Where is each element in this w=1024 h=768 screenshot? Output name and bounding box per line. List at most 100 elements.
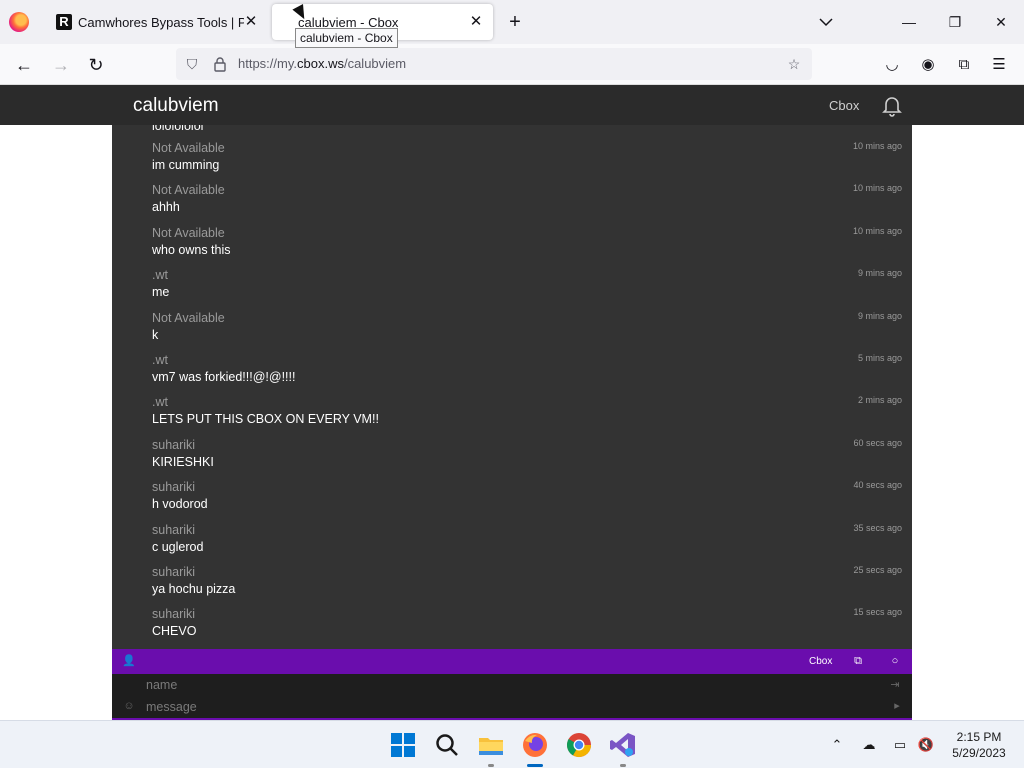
url-bar[interactable]: ⛉ https://my.cbox.ws/calubviem ☆ <box>176 48 812 80</box>
show-hidden-icons-icon[interactable]: ⌃ <box>828 736 846 754</box>
message-row: suhariki KIRIESHKI 60 secs ago <box>152 438 902 478</box>
message-time: 40 secs ago <box>853 480 902 490</box>
message-time: 10 mins ago <box>852 183 902 193</box>
tab-tooltip: calubviem - Cbox <box>295 28 398 48</box>
reload-button[interactable]: ↻ <box>83 52 109 78</box>
message-text: vm7 was forkied!!!@!@!!!! <box>152 370 296 384</box>
bookmark-star-icon[interactable]: ☆ <box>786 56 802 72</box>
message-row: .wt vm7 was forkied!!!@!@!!!! 5 mins ago <box>152 353 902 393</box>
firefox-view-icon[interactable] <box>9 12 29 32</box>
running-indicator <box>488 764 494 767</box>
message-author[interactable]: suhariki <box>152 565 195 579</box>
message-form: ⇥ ☺ ▸ <box>112 674 912 720</box>
refresh-status-icon[interactable]: ○ <box>888 654 902 668</box>
firefox-icon[interactable] <box>521 731 549 759</box>
message-row: Not Available im cumming 10 mins ago <box>152 141 902 181</box>
message-author[interactable]: .wt <box>152 268 168 282</box>
message-text: k <box>152 328 159 342</box>
message-time: 2 mins ago <box>857 395 902 405</box>
running-indicator <box>620 764 626 767</box>
close-window-button[interactable]: ✕ <box>989 10 1013 34</box>
message-row: Not Available k 9 mins ago <box>152 311 902 351</box>
message-row: suhariki h vodorod 40 secs ago <box>152 480 902 520</box>
tab-strip: R Camwhores Bypass Tools | Priva ✕ calub… <box>0 0 1024 44</box>
message-author[interactable]: suhariki <box>152 523 195 537</box>
url-text[interactable]: https://my.cbox.ws/calubviem <box>238 56 406 71</box>
extensions-icon[interactable]: ⧉ <box>953 54 975 76</box>
message-author[interactable]: Not Available <box>152 141 225 155</box>
page-viewport: calubviem Cbox lololololol Not Available… <box>0 85 1024 720</box>
message-time: 10 mins ago <box>852 226 902 236</box>
user-icon[interactable]: 👤 <box>122 654 136 668</box>
message-row: Not Available who owns this 10 mins ago <box>152 226 902 266</box>
notification-bell-icon[interactable] <box>880 93 904 117</box>
new-tab-button[interactable]: + <box>505 10 525 34</box>
message-author[interactable]: suhariki <box>152 480 195 494</box>
taskbar: ⌃ ☁ ▭ 🔇 2:15 PM 5/29/2023 <box>0 720 1024 768</box>
message-author[interactable]: .wt <box>152 353 168 367</box>
volume-muted-icon[interactable]: 🔇 <box>917 736 935 754</box>
name-input[interactable] <box>146 675 876 695</box>
lock-icon[interactable] <box>212 56 228 72</box>
message-text: who owns this <box>152 243 231 257</box>
url-path: /calubviem <box>343 56 407 71</box>
chat-messages[interactable]: lololololol Not Available im cumming 10 … <box>112 125 912 649</box>
pocket-icon[interactable]: ◡ <box>881 54 903 76</box>
list-all-tabs-icon[interactable] <box>816 12 836 32</box>
visual-studio-icon[interactable] <box>609 731 637 759</box>
network-icon[interactable]: ▭ <box>891 736 909 754</box>
popout-icon[interactable]: ⧉ <box>851 654 865 668</box>
message-author[interactable]: Not Available <box>152 311 225 325</box>
cbox-label[interactable]: Cbox <box>809 656 832 667</box>
restore-button[interactable]: ❐ <box>943 10 967 34</box>
message-row: suhariki ya hochu pizza 25 secs ago <box>152 565 902 605</box>
search-icon[interactable] <box>433 731 461 759</box>
message-time: 35 secs ago <box>853 523 902 533</box>
message-time: 15 secs ago <box>853 607 902 617</box>
file-explorer-icon[interactable] <box>477 731 505 759</box>
clock-time: 2:15 PM <box>956 730 1002 744</box>
message-text: LETS PUT THIS CBOX ON EVERY VM!! <box>152 412 379 426</box>
send-icon[interactable]: ▸ <box>890 699 904 713</box>
message-time: 60 secs ago <box>853 438 902 448</box>
url-domain: cbox.ws <box>297 56 344 71</box>
message-author[interactable]: suhariki <box>152 607 195 621</box>
close-tab-icon[interactable]: ✕ <box>242 13 260 31</box>
message-text: CHEVO <box>152 624 197 638</box>
cbox-link[interactable]: Cbox <box>829 98 859 113</box>
message-author[interactable]: suhariki <box>152 438 195 452</box>
message-input[interactable] <box>146 697 876 717</box>
login-icon[interactable]: ⇥ <box>888 678 902 692</box>
message-time: 10 mins ago <box>852 141 902 151</box>
minimize-button[interactable]: — <box>897 10 921 34</box>
message-author[interactable]: Not Available <box>152 183 225 197</box>
chrome-icon[interactable] <box>565 731 593 759</box>
forward-button[interactable]: → <box>48 52 74 78</box>
emoji-icon[interactable]: ☺ <box>122 699 136 713</box>
navigation-toolbar: ← → ↻ ⛉ https://my.cbox.ws/calubviem ☆ ◡… <box>0 44 1024 85</box>
message-text: ahhh <box>152 200 180 214</box>
message-author[interactable]: .wt <box>152 395 168 409</box>
message-author[interactable]: Not Available <box>152 226 225 240</box>
account-icon[interactable]: ◉ <box>917 54 939 76</box>
close-tab-icon[interactable]: ✕ <box>467 13 485 31</box>
message-time: 25 secs ago <box>853 565 902 575</box>
cbox-toolbar: 👤 Cbox ⧉ ○ <box>112 649 912 674</box>
message-text: ya hochu pizza <box>152 582 236 596</box>
menu-icon[interactable]: ☰ <box>988 54 1010 76</box>
site-title[interactable]: calubviem <box>133 95 219 117</box>
tab-camwhores-bypass[interactable]: R Camwhores Bypass Tools | Priva ✕ <box>44 4 268 40</box>
system-clock[interactable]: 2:15 PM 5/29/2023 <box>944 729 1014 761</box>
shield-icon[interactable]: ⛉ <box>184 56 200 72</box>
windows-start-icon[interactable] <box>389 731 417 759</box>
url-prefix: https://my. <box>238 56 297 71</box>
tab-favicon-icon: R <box>56 14 72 30</box>
message-text: im cumming <box>152 158 220 172</box>
message-text: h vodorod <box>152 497 208 511</box>
message-text: KIRIESHKI <box>152 455 214 469</box>
message-row: Not Available ahhh 10 mins ago <box>152 183 902 223</box>
onedrive-offline-icon[interactable]: ☁ <box>860 736 878 754</box>
message-row: suhariki c uglerod 35 secs ago <box>152 523 902 563</box>
message-row: suhariki CHEVO 15 secs ago <box>152 607 902 647</box>
back-button[interactable]: ← <box>11 52 37 78</box>
